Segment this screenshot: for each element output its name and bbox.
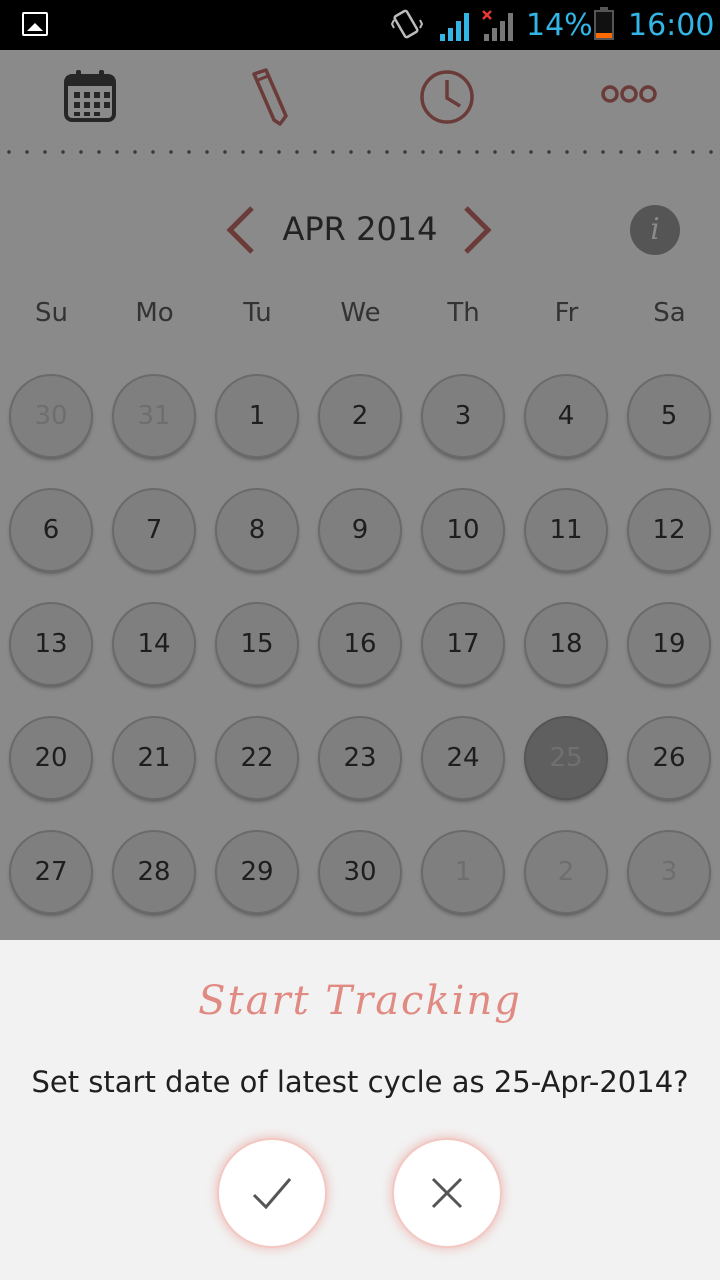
weekday-label: Sa (653, 298, 686, 328)
day-cell[interactable]: 1 (217, 376, 297, 456)
chevron-left-icon[interactable] (222, 204, 258, 256)
chevron-right-icon[interactable] (460, 204, 496, 256)
month-label: APR 2014 (282, 210, 438, 248)
vibrate-icon (390, 9, 424, 39)
day-cell[interactable]: 30 (11, 376, 91, 456)
day-cell[interactable]: 20 (11, 718, 91, 798)
day-cell[interactable]: 10 (423, 490, 503, 570)
day-cell[interactable]: 28 (114, 832, 194, 912)
day-cell[interactable]: 2 (526, 832, 606, 912)
day-cell[interactable]: 3 (423, 376, 503, 456)
day-cell[interactable]: 6 (11, 490, 91, 570)
cancel-button[interactable] (394, 1140, 500, 1246)
info-button[interactable]: i (630, 205, 680, 255)
confirm-button[interactable] (219, 1140, 325, 1246)
calendar-icon[interactable] (62, 68, 118, 124)
dialog-message: Set start date of latest cycle as 25-Apr… (31, 1065, 689, 1099)
status-bar: 14% 16:00 (0, 0, 720, 50)
battery-icon (594, 7, 614, 40)
weekday-label: Fr (554, 298, 579, 328)
clock-time: 16:00 (628, 8, 715, 43)
weekday-label: Mo (135, 298, 174, 328)
day-cell[interactable]: 12 (629, 490, 709, 570)
day-cell[interactable]: 24 (423, 718, 503, 798)
signal-strength-icon (440, 13, 469, 41)
day-cell[interactable]: 2 (320, 376, 400, 456)
dotted-divider (0, 150, 720, 154)
clock-icon[interactable] (418, 68, 476, 126)
day-cell[interactable]: 13 (11, 604, 91, 684)
day-cell[interactable]: 1 (423, 832, 503, 912)
day-cell[interactable]: 9 (320, 490, 400, 570)
weekday-label: Tu (243, 298, 272, 328)
close-icon (431, 1177, 463, 1209)
battery-percent: 14% (526, 8, 593, 43)
day-cell[interactable]: 16 (320, 604, 400, 684)
check-icon (252, 1178, 292, 1210)
day-cell[interactable]: 11 (526, 490, 606, 570)
day-cell[interactable]: 21 (114, 718, 194, 798)
day-cell[interactable]: 31 (114, 376, 194, 456)
day-cell[interactable]: 29 (217, 832, 297, 912)
day-cell[interactable]: 14 (114, 604, 194, 684)
pencil-icon[interactable] (240, 68, 296, 128)
month-navigation: APR 2014 i (0, 200, 720, 260)
dialog-title: Start Tracking (198, 978, 522, 1024)
day-cell[interactable]: 19 (629, 604, 709, 684)
gallery-notification-icon (22, 12, 48, 36)
day-cell[interactable]: 17 (423, 604, 503, 684)
day-cell[interactable]: 7 (114, 490, 194, 570)
calendar-screen: APR 2014 i Su Mo Tu We Th Fr Sa 30 31 1 … (0, 50, 720, 940)
weekday-label: We (340, 298, 381, 328)
day-cell[interactable]: 30 (320, 832, 400, 912)
day-cell[interactable]: 22 (217, 718, 297, 798)
day-cell[interactable]: 18 (526, 604, 606, 684)
day-cell[interactable]: 26 (629, 718, 709, 798)
day-cell[interactable]: 23 (320, 718, 400, 798)
day-cell[interactable]: 5 (629, 376, 709, 456)
day-cell[interactable]: 3 (629, 832, 709, 912)
day-cell-selected[interactable]: 25 (526, 718, 606, 798)
weekday-label: Su (35, 298, 68, 328)
day-cell[interactable]: 4 (526, 376, 606, 456)
day-cell[interactable]: 8 (217, 490, 297, 570)
more-icon[interactable] (600, 82, 658, 106)
day-cell[interactable]: 15 (217, 604, 297, 684)
day-cell[interactable]: 27 (11, 832, 91, 912)
weekday-label: Th (447, 298, 480, 328)
start-tracking-dialog: Start Tracking Set start date of latest … (0, 940, 720, 1280)
no-signal-icon (482, 10, 513, 41)
